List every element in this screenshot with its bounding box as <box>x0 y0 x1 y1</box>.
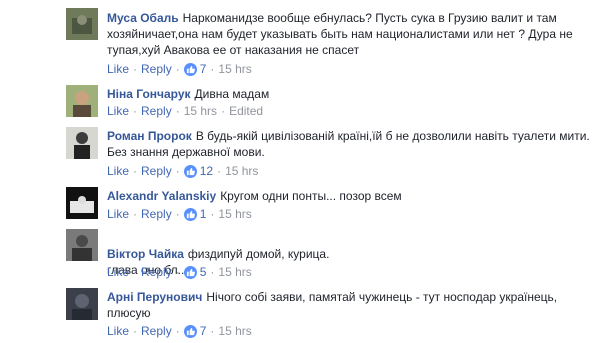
like-count[interactable]: 7 <box>200 62 207 76</box>
timestamp[interactable]: 15 hrs <box>218 265 251 279</box>
separator: · <box>210 207 215 221</box>
comment-author[interactable]: Муса Обаль <box>107 11 179 25</box>
comment-author[interactable]: Арні Перунович <box>107 290 202 304</box>
like-button[interactable]: Like <box>107 104 129 118</box>
like-button[interactable]: Like <box>107 62 129 76</box>
like-thumb-icon[interactable] <box>183 324 197 338</box>
separator: · <box>175 164 180 178</box>
like-count[interactable]: 7 <box>200 324 207 338</box>
reply-button[interactable]: Reply <box>141 265 172 279</box>
avatar[interactable] <box>66 8 98 40</box>
comment-body: Роман Пророк В будь-якій цивілізованій кр… <box>107 128 597 160</box>
comment-author[interactable]: Віктор Чайка <box>107 247 184 261</box>
avatar-image <box>66 8 98 40</box>
comment-text: Дивна мадам <box>194 87 270 101</box>
separator: · <box>133 207 138 221</box>
like-thumb-icon[interactable] <box>183 164 197 178</box>
like-thumb-icon[interactable] <box>183 207 197 221</box>
comment-author[interactable]: Роман Пророк <box>107 129 192 143</box>
comment-actions: Like · Reply · 1 · 15 hrs <box>107 207 252 221</box>
separator: · <box>133 164 138 178</box>
comment-text: Кругом одни понты... позор всем <box>220 189 402 203</box>
separator: · <box>133 62 138 76</box>
timestamp[interactable]: 15 hrs <box>218 62 251 76</box>
timestamp[interactable]: 15 hrs <box>184 104 217 118</box>
like-button[interactable]: Like <box>107 164 129 178</box>
avatar-image <box>66 187 98 219</box>
like-button[interactable]: Like <box>107 265 129 279</box>
reply-button[interactable]: Reply <box>141 324 172 338</box>
separator: · <box>175 265 180 279</box>
separator: · <box>175 104 180 118</box>
like-count[interactable]: 12 <box>200 164 213 178</box>
timestamp[interactable]: 15 hrs <box>218 207 251 221</box>
reply-button[interactable]: Reply <box>141 207 172 221</box>
separator: · <box>210 324 215 338</box>
avatar[interactable] <box>66 187 98 219</box>
reply-button[interactable]: Reply <box>141 164 172 178</box>
comment-body: Арні Перунович Нічого собі заяви, памятай… <box>107 289 597 321</box>
comment-actions: Like · Reply · 12 · 15 hrs <box>107 164 258 178</box>
avatar[interactable] <box>66 127 98 159</box>
avatar-image <box>66 85 98 117</box>
reply-button[interactable]: Reply <box>141 62 172 76</box>
separator: · <box>175 62 180 76</box>
reply-button[interactable]: Reply <box>141 104 172 118</box>
avatar[interactable] <box>66 229 98 261</box>
comment-actions: Like · Reply · 5 · 15 hrs <box>107 265 252 279</box>
separator: · <box>133 104 138 118</box>
comment-actions: Like · Reply · 7 · 15 hrs <box>107 62 252 76</box>
like-button[interactable]: Like <box>107 207 129 221</box>
like-thumb-icon[interactable] <box>183 265 197 279</box>
avatar[interactable] <box>66 85 98 117</box>
separator: · <box>221 104 226 118</box>
comment-author[interactable]: Alexandr Yalanskiy <box>107 189 216 203</box>
like-count[interactable]: 1 <box>200 207 207 221</box>
like-thumb-icon[interactable] <box>183 62 197 76</box>
comment-actions: Like · Reply · 7 · 15 hrs <box>107 324 252 338</box>
avatar[interactable] <box>66 288 98 320</box>
avatar-image <box>66 288 98 320</box>
separator: · <box>175 207 180 221</box>
comment-body: Alexandr Yalanskiy Кругом одни понты... п… <box>107 188 597 204</box>
timestamp[interactable]: 15 hrs <box>218 324 251 338</box>
separator: · <box>217 164 222 178</box>
avatar-image <box>66 127 98 159</box>
like-count[interactable]: 5 <box>200 265 207 279</box>
separator: · <box>210 62 215 76</box>
comment-body: Ніна Гончарук Дивна мадам <box>107 86 597 102</box>
comment-actions: Like · Reply · 15 hrs · Edited <box>107 104 263 118</box>
separator: · <box>175 324 180 338</box>
like-button[interactable]: Like <box>107 324 129 338</box>
separator: · <box>210 265 215 279</box>
separator: · <box>133 265 138 279</box>
timestamp[interactable]: 15 hrs <box>225 164 258 178</box>
separator: · <box>133 324 138 338</box>
edited-label[interactable]: Edited <box>229 104 263 118</box>
comment-author[interactable]: Ніна Гончарук <box>107 87 191 101</box>
comment-body: Муса Обаль Наркоманидзе вообще ебнулась? … <box>107 10 597 58</box>
avatar-image <box>66 229 98 261</box>
